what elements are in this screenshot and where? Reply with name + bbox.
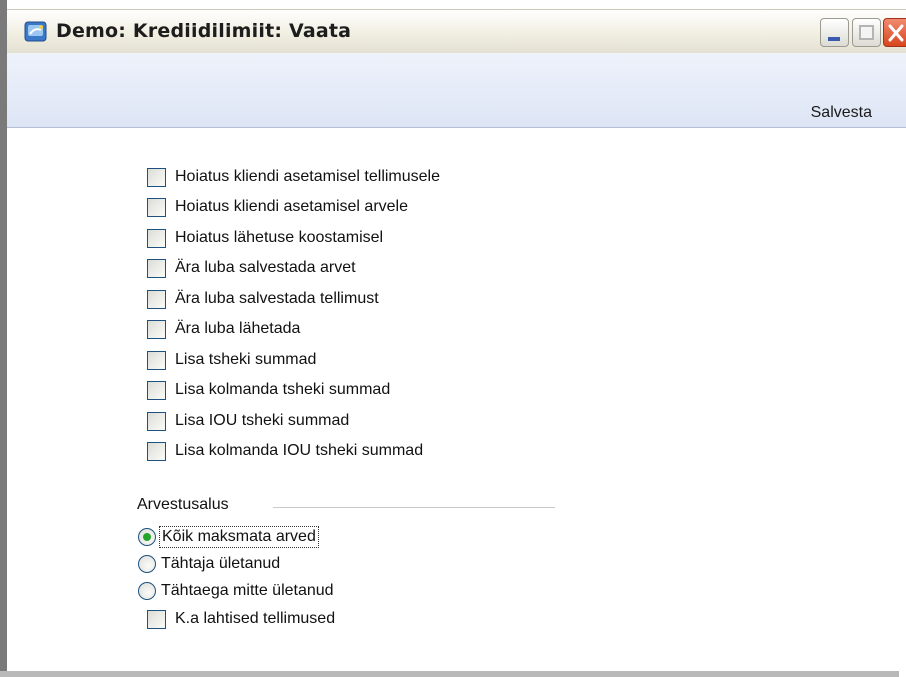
- section-divider: [273, 507, 555, 508]
- toolbar: Salvesta: [7, 53, 906, 128]
- checkbox-label: Lisa tsheki summad: [175, 351, 317, 368]
- top-gap: [7, 0, 906, 9]
- radio-option[interactable]: Tähtaja ületanud: [138, 552, 280, 576]
- checkbox[interactable]: [147, 258, 166, 278]
- title-bar[interactable]: Demo: Krediidilimiit: Vaata: [7, 9, 906, 53]
- basis-section-title: Arvestusalus: [137, 496, 229, 513]
- checkbox-row[interactable]: Hoiatus kliendi asetamisel arvele: [147, 195, 408, 219]
- checkbox-row[interactable]: Ära luba salvestada tellimust: [147, 287, 379, 311]
- checkbox-row[interactable]: Ära luba salvestada arvet: [147, 256, 356, 280]
- checkbox[interactable]: [147, 197, 166, 217]
- radio-option[interactable]: Tähtaega mitte ületanud: [138, 579, 334, 603]
- maximize-button[interactable]: [852, 18, 881, 47]
- radio-label: Tähtaega mitte ületanud: [161, 582, 334, 599]
- checkbox[interactable]: [147, 228, 166, 248]
- checkbox-label: Lisa kolmanda IOU tsheki summad: [175, 442, 424, 459]
- checkbox[interactable]: [147, 350, 166, 370]
- window-bottom-edge: [0, 671, 899, 677]
- save-button[interactable]: Salvesta: [811, 104, 872, 122]
- radio-button[interactable]: [138, 582, 156, 600]
- radio-option[interactable]: Kõik maksmata arved: [138, 525, 319, 549]
- checkbox[interactable]: [147, 380, 166, 400]
- credit-limit-window: Demo: Krediidilimiit: Vaata Salvesta Hoi…: [7, 9, 906, 677]
- checkbox[interactable]: [147, 289, 166, 309]
- checkbox-label: Ära luba salvestada tellimust: [175, 290, 379, 307]
- app-icon: [24, 20, 48, 44]
- checkbox-row[interactable]: Hoiatus lähetuse koostamisel: [147, 226, 383, 250]
- checkbox[interactable]: [147, 609, 166, 629]
- checkbox[interactable]: [147, 167, 166, 187]
- minimize-button[interactable]: [820, 18, 849, 47]
- checkbox-row[interactable]: Lisa tsheki summad: [147, 348, 316, 372]
- window-title: Demo: Krediidilimiit: Vaata: [56, 20, 352, 42]
- checkbox-label: Lisa kolmanda tsheki summad: [175, 381, 391, 398]
- radio-button[interactable]: [138, 555, 156, 573]
- radio-label: Tähtaja ületanud: [161, 555, 281, 572]
- checkbox-label: Hoiatus kliendi asetamisel tellimusele: [175, 168, 441, 185]
- checkbox-row[interactable]: Lisa kolmanda tsheki summad: [147, 378, 390, 402]
- checkbox-row[interactable]: Hoiatus kliendi asetamisel tellimusele: [147, 165, 440, 189]
- radio-button[interactable]: [138, 528, 156, 546]
- checkbox-label: Hoiatus lähetuse koostamisel: [175, 229, 384, 246]
- maximize-icon: [859, 25, 874, 40]
- radio-label: Kõik maksmata arved: [159, 526, 319, 548]
- checkbox-row[interactable]: Lisa IOU tsheki summad: [147, 409, 349, 433]
- checkbox-row[interactable]: Lisa kolmanda IOU tsheki summad: [147, 439, 423, 463]
- checkbox[interactable]: [147, 319, 166, 339]
- checkbox-row[interactable]: Ära luba lähetada: [147, 317, 300, 341]
- window-left-edge: [0, 0, 7, 677]
- checkbox-label: K.a lahtised tellimused: [175, 610, 336, 627]
- checkbox-label: Lisa IOU tsheki summad: [175, 412, 350, 429]
- form-content: Hoiatus kliendi asetamisel tellimusele H…: [7, 128, 906, 677]
- checkbox-label: Ära luba salvestada arvet: [175, 259, 356, 276]
- close-icon: [888, 24, 904, 42]
- minimize-icon: [828, 37, 840, 41]
- checkbox[interactable]: [147, 411, 166, 431]
- checkbox[interactable]: [147, 441, 166, 461]
- checkbox-label: Ära luba lähetada: [175, 320, 301, 337]
- checkbox-label: Hoiatus kliendi asetamisel arvele: [175, 198, 408, 215]
- close-button[interactable]: [883, 18, 906, 47]
- checkbox-row[interactable]: K.a lahtised tellimused: [147, 607, 335, 631]
